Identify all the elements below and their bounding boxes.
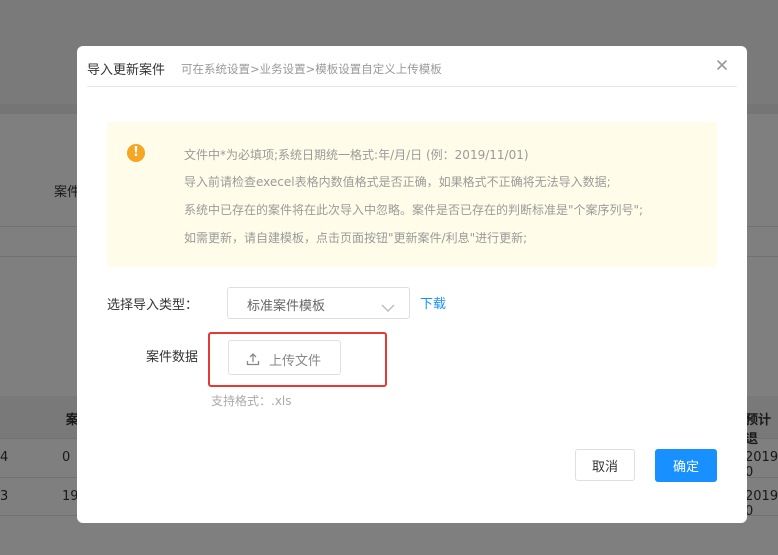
dialog-subtitle: 可在系统设置>业务设置>模板设置自定义上传模板: [181, 62, 442, 76]
import-type-label: 选择导入类型：: [107, 298, 199, 313]
notice-line: 文件中*为必填项;系统日期统一格式:年/月/日 (例：2019/11/01): [184, 148, 529, 162]
notice-box: ! 文件中*为必填项;系统日期统一格式:年/月/日 (例：2019/11/01)…: [107, 122, 717, 267]
upload-file-button[interactable]: 上传文件: [228, 340, 341, 375]
notice-line: 系统中已存在的案件将在此次导入中忽略。案件是否已存在的判断标准是"个案序列号";: [184, 203, 644, 217]
cancel-button[interactable]: 取消: [575, 449, 635, 481]
close-icon[interactable]: [713, 56, 731, 74]
chevron-down-icon: [381, 298, 395, 312]
upload-button-label: 上传文件: [269, 354, 322, 369]
notice-line: 如需更新，请自建模板，点击页面按钮"更新案件/利息"进行更新;: [184, 231, 528, 245]
format-hint: 支持格式：.xls: [211, 394, 292, 408]
import-type-select[interactable]: 标准案件模板: [227, 287, 410, 319]
download-link[interactable]: 下载: [420, 293, 446, 312]
warning-icon: !: [127, 144, 145, 162]
import-update-dialog: 导入更新案件 可在系统设置>业务设置>模板设置自定义上传模板 ! 文件中*为必填…: [77, 46, 747, 523]
dialog-title: 导入更新案件: [87, 63, 166, 78]
confirm-button[interactable]: 确定: [655, 449, 717, 482]
import-type-value: 标准案件模板: [247, 299, 326, 314]
case-data-label: 案件数据: [146, 350, 199, 365]
notice-line: 导入前请检查execel表格内数值格式是否正确，如果格式不正确将无法导入数据;: [184, 175, 611, 189]
dialog-header: 导入更新案件 可在系统设置>业务设置>模板设置自定义上传模板: [87, 46, 737, 87]
upload-icon: [246, 351, 260, 366]
